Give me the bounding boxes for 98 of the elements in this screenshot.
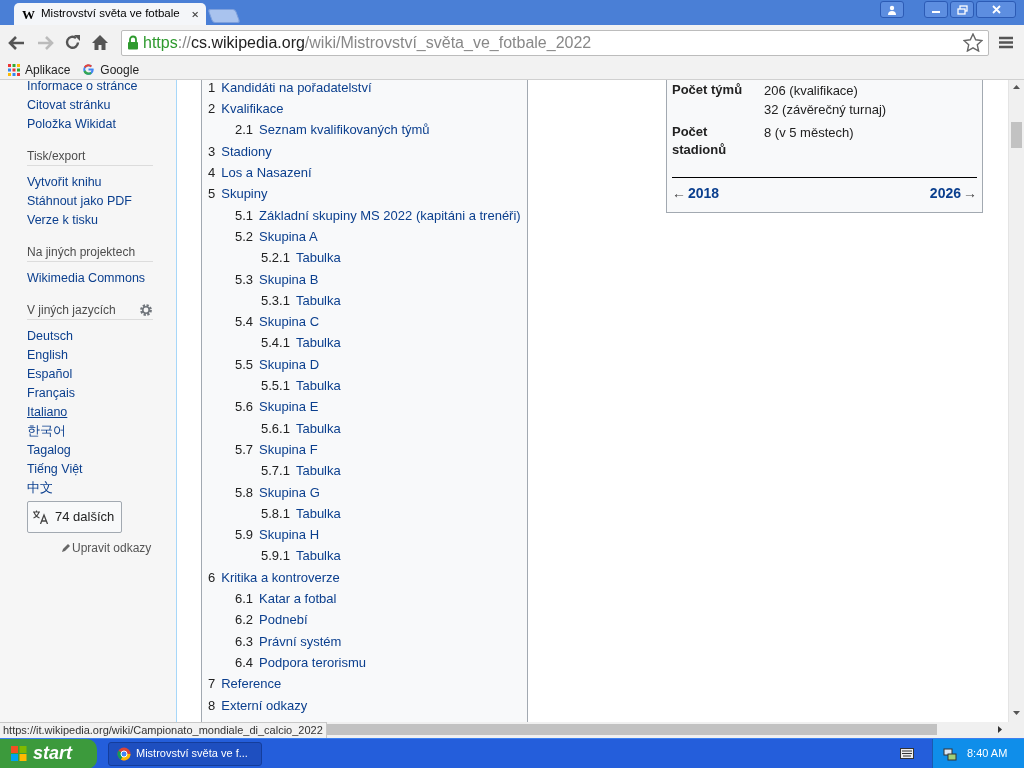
infobox-label: Počet stadionů — [672, 123, 728, 159]
sidebar-link[interactable]: Stáhnout jako PDF — [27, 194, 132, 208]
reload-icon[interactable] — [64, 34, 81, 51]
bookmark[interactable]: Aplikace — [8, 60, 71, 79]
toc-entry[interactable]: 1 Kandidáti na pořadatelství — [208, 80, 527, 99]
toc-entry[interactable]: 5.1 Základní skupiny MS 2022 (kapitáni a trenéři) — [208, 204, 527, 227]
toc-entry[interactable]: 5.8 Skupina G — [208, 481, 527, 503]
scroll-down-icon[interactable] — [1013, 711, 1020, 715]
taskbar-button[interactable]: Mistrovství světa ve f... — [108, 741, 262, 766]
sidebar-link[interactable]: Tagalog — [27, 443, 71, 457]
restore-button[interactable] — [950, 1, 974, 18]
toc-entry[interactable]: 5.6.1 Tabulka — [208, 417, 527, 440]
toc-entry[interactable]: 5.3.1 Tabulka — [208, 289, 527, 312]
toc-entry[interactable]: 8 Externí odkazy — [208, 694, 527, 716]
sidebar-link[interactable]: English — [27, 348, 68, 362]
toc-entry[interactable]: 5.2 Skupina A — [208, 226, 527, 248]
menu-icon[interactable] — [999, 36, 1013, 49]
section-heading: V jiných jazycích — [27, 301, 116, 319]
infobox-value: 32 (závěrečný turnaj) — [764, 101, 887, 119]
pencil-icon — [61, 543, 71, 553]
toc-entry[interactable]: 5.5.1 Tabulka — [208, 375, 527, 397]
sidebar-link[interactable]: Deutsch — [27, 329, 73, 343]
sidebar-link[interactable]: Položka Wikidat — [27, 117, 116, 131]
close-icon — [991, 5, 1001, 14]
toc-entry[interactable]: 5.9 Skupina H — [208, 524, 527, 546]
sidebar-link[interactable]: Verze k tisku — [27, 213, 98, 227]
network-icon[interactable] — [943, 746, 957, 761]
url-text: https://cs.wikipedia.org/wiki/Mistrovství_světa_ve_fotbale_2022 — [143, 32, 593, 53]
browser-tab[interactable]: W Mistrovství světa ve fotbale — [14, 3, 206, 25]
lock-icon — [127, 35, 139, 50]
section-heading: Na jiných projektech — [27, 243, 136, 261]
bookmark[interactable]: Google — [82, 60, 140, 79]
toc-entry[interactable]: 5 Skupiny — [208, 183, 527, 205]
toc-entry[interactable]: 2 Kvalifikace — [208, 98, 527, 120]
sidebar-link[interactable]: Español — [27, 367, 73, 381]
sidebar-link[interactable]: 한국어 — [27, 424, 66, 438]
sidebar-link[interactable]: Tiếng Việt — [27, 462, 83, 476]
vertical-scrollbar[interactable] — [1008, 80, 1024, 722]
toc-entry[interactable]: 5.4.1 Tabulka — [208, 332, 527, 354]
browser-icon — [117, 746, 131, 761]
toc-entry[interactable]: 5.4 Skupina C — [208, 311, 527, 333]
toc-entry[interactable]: 7 Reference — [208, 673, 527, 695]
start-button[interactable]: start — [0, 738, 97, 768]
section-heading: Tisk/export — [27, 147, 86, 165]
toc-entry[interactable]: 6 Kritika a kontroverze — [208, 566, 527, 589]
toc-entry[interactable]: 5.7.1 Tabulka — [208, 460, 527, 482]
restore-icon — [956, 4, 968, 15]
apps-grid-icon — [8, 63, 20, 76]
toc-entry[interactable]: 5.2.1 Tabulka — [208, 247, 527, 269]
toc-entry[interactable]: 5.8.1 Tabulka — [208, 502, 527, 525]
sidebar-link[interactable]: Citovat stránku — [27, 98, 111, 112]
toc-entry[interactable]: 6.3 Právní systém — [208, 630, 527, 652]
address-bar[interactable]: https://cs.wikipedia.org/wiki/Mistrovství_světa_ve_fotbale_2022 — [121, 29, 989, 56]
toc-entry[interactable]: 6.4 Podpora terorismu — [208, 652, 527, 674]
toc-entry[interactable]: 6.1 Katar a fotbal — [208, 588, 527, 610]
toc-entry[interactable]: 2.1 Seznam kvalifikovaných týmů — [208, 119, 527, 141]
windows-logo-icon — [10, 745, 28, 762]
sidebar-link[interactable]: Français — [27, 386, 75, 400]
sidebar-link[interactable]: Vytvořit knihu — [27, 175, 102, 189]
google-g-icon — [82, 63, 96, 76]
status-bubble: https://it.wikipedia.org/wiki/Campionato_mondiale_di_calcio_2022 — [0, 722, 327, 738]
toc-entry[interactable]: 5.7 Skupina F — [208, 439, 527, 461]
profile-button[interactable] — [880, 1, 904, 18]
clock: 8:40 AM — [967, 746, 1008, 762]
minimize-button[interactable] — [924, 1, 948, 18]
close-icon[interactable] — [191, 9, 198, 19]
toc-entry[interactable]: 5.5 Skupina D — [208, 353, 527, 376]
translate-icon — [32, 510, 49, 524]
previous-link[interactable]: ←2018 — [672, 183, 720, 204]
horizontal-scrollbar-thumb[interactable] — [326, 724, 937, 735]
edit-links-link[interactable]: Upravit odkazy — [61, 539, 153, 557]
infobox-value: 8 (v 5 městech) — [764, 124, 854, 142]
tab-title: Mistrovství světa ve fotbale — [41, 6, 180, 22]
scroll-thumb[interactable] — [1011, 122, 1022, 148]
back-icon[interactable] — [8, 34, 26, 51]
infobox-label: Počet týmů — [672, 81, 744, 99]
toc-entry[interactable]: 6.2 Podnebí — [208, 609, 527, 631]
more-languages-button[interactable]: 74 dalších — [27, 501, 122, 533]
toc-entry[interactable]: 3 Stadiony — [208, 140, 527, 163]
sidebar-link[interactable]: 中文 — [27, 481, 53, 495]
toc-entry[interactable]: 5.6 Skupina E — [208, 396, 527, 418]
person-icon — [887, 4, 897, 15]
sidebar-link[interactable]: Italiano — [27, 405, 68, 419]
infobox-value: 206 (kvalifikace) — [764, 82, 859, 100]
settings-icon[interactable] — [139, 303, 153, 317]
wikipedia-icon: W — [22, 7, 35, 21]
home-icon[interactable] — [91, 34, 109, 51]
next-link[interactable]: 2026→ — [929, 183, 977, 204]
toc-entry[interactable]: 4 Los a Nasazení — [208, 162, 527, 184]
star-icon[interactable] — [963, 33, 983, 52]
toc-entry[interactable]: 5.9.1 Tabulka — [208, 545, 527, 567]
toc-entry[interactable]: 5.3 Skupina B — [208, 268, 527, 290]
sidebar-link[interactable]: Wikimedia Commons — [27, 271, 146, 285]
close-button[interactable] — [976, 1, 1016, 18]
scroll-right-icon[interactable] — [998, 726, 1002, 733]
sidebar-link[interactable]: Informace o stránce — [27, 80, 138, 93]
scroll-up-icon[interactable] — [1013, 85, 1020, 89]
keyboard-icon[interactable] — [900, 748, 914, 759]
